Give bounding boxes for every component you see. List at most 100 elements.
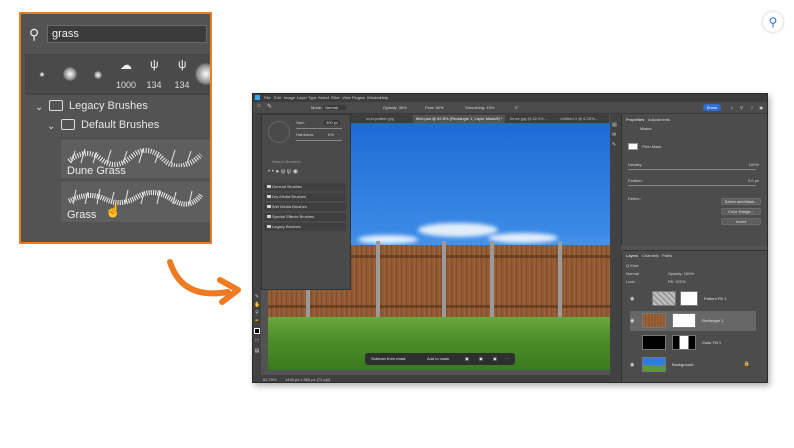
blend-mode-select[interactable]: Normal (626, 271, 639, 276)
tab-layers[interactable]: Layers (626, 253, 638, 258)
help-icon[interactable]: ? (751, 105, 753, 110)
mode-select[interactable]: Normal (323, 105, 346, 110)
brush-preset[interactable] (56, 55, 84, 93)
brush-size-slider[interactable] (296, 128, 342, 129)
tab-adjustments[interactable]: Adjustments (648, 117, 670, 122)
brush-angle-preview[interactable] (268, 121, 290, 143)
smoothing-field[interactable]: Smoothing: 10% (465, 105, 494, 110)
brush-preset[interactable] (28, 55, 56, 93)
density-field[interactable]: 100% (749, 162, 759, 167)
tab-untitled[interactable]: Untitled-1 @ 6.25%... (557, 115, 607, 123)
tab-properties[interactable]: Properties (626, 117, 644, 122)
brush-folder[interactable]: Legacy Brushes (264, 223, 346, 231)
brush-preset[interactable] (84, 55, 112, 93)
mask-option-icon[interactable]: ▣ (493, 356, 497, 361)
eye-icon[interactable]: ◉ (630, 362, 634, 368)
menu-item[interactable]: Image (284, 95, 295, 100)
layer-opacity-field[interactable]: Opacity: 100% (668, 271, 694, 276)
mask-option-icon[interactable]: ▣ (465, 356, 469, 361)
brush-search-input[interactable] (47, 25, 207, 43)
mask-option-icon[interactable]: ▣ (479, 356, 483, 361)
menu-item[interactable]: Type (308, 95, 317, 100)
layer-row[interactable]: ◉ Pattern Fill 1 (630, 289, 756, 309)
foreground-color-swatch[interactable] (254, 328, 260, 334)
brush-tool-icon[interactable]: ✎ (267, 103, 272, 110)
menu-item[interactable]: Help (380, 95, 388, 100)
layer-row[interactable]: Color Fill 1 (630, 333, 756, 353)
zoom-level[interactable]: 62.79% (263, 377, 277, 382)
workspace-icon[interactable]: ▣ (759, 105, 763, 110)
tab-paths[interactable]: Paths (662, 253, 672, 258)
brush-preset[interactable]: ψ 134 (140, 55, 168, 93)
menu-item[interactable]: File (264, 95, 270, 100)
brush-grass[interactable]: Grass ☝ (61, 180, 210, 222)
eye-icon[interactable]: ◉ (630, 318, 634, 324)
flow-field[interactable]: Flow: 50% (425, 105, 444, 110)
share-button[interactable]: Share (703, 104, 721, 111)
invert-button[interactable]: Invert (721, 218, 761, 225)
home-icon[interactable]: ⌂ (257, 103, 261, 109)
layer-thumbnail (652, 291, 676, 306)
brushes-callout-panel: ⚲ ☁1000 ψ134 ψ134 ⌄ Legacy Brushes ⌄ Def… (19, 12, 212, 244)
visual-search-icon[interactable]: ⚲ (763, 12, 783, 32)
select-and-mask-button[interactable]: Select and Mask... (721, 198, 761, 205)
hand-tool-icon[interactable]: ✋ (254, 302, 260, 308)
brush-hardness-field[interactable]: 0% (328, 132, 334, 137)
feather-slider[interactable] (628, 185, 756, 186)
brush-name: Grass (67, 209, 97, 221)
brush-folder[interactable]: Wet Media Brushes (264, 203, 346, 211)
layer-mask-thumbnail (672, 335, 696, 350)
search-icon[interactable]: ⚲ (740, 105, 743, 110)
menu-item[interactable]: Plugins (352, 95, 365, 100)
tab-mod-pattern[interactable]: mod-pattern.jpg (363, 115, 413, 123)
brush-folder[interactable]: Special Effects Brushes (264, 213, 346, 221)
grass-brush-icon: ψ (150, 57, 159, 71)
density-slider[interactable] (628, 169, 756, 170)
screen-mode-icon[interactable]: ▤ (254, 348, 260, 354)
brush-folder[interactable]: Dry Media Brushes (264, 193, 346, 201)
brush-tool-icon[interactable]: ✎ (254, 294, 260, 300)
color-range-button[interactable]: Color Range... (721, 208, 761, 215)
feather-field[interactable]: 0.0 px (748, 178, 759, 183)
history-icon[interactable]: ▤ (612, 122, 617, 128)
tab-channels[interactable]: Channels (642, 253, 659, 258)
opacity-field[interactable]: Opacity: 35% (383, 105, 407, 110)
layer-fill-field[interactable]: Fill: 100% (668, 279, 686, 284)
add-to-mask-button[interactable]: Add to mask (427, 356, 449, 361)
brush-dune-grass[interactable]: Dune Grass (61, 138, 210, 178)
folder-default-brushes[interactable]: ⌄ Default Brushes (41, 114, 210, 136)
mask-thumbnail[interactable] (628, 143, 638, 150)
tab-fence[interactable]: fence.jpg @ 62.5%... (507, 115, 557, 123)
brush-preset[interactable] (192, 55, 210, 93)
angle-field[interactable]: 0° (515, 105, 519, 110)
brush-size-field[interactable]: 300 px (324, 120, 341, 125)
menu-item[interactable]: Filter (331, 95, 340, 100)
menu-item[interactable]: Select (318, 95, 329, 100)
eye-icon[interactable]: ◉ (630, 296, 634, 302)
chevron-down-icon[interactable]: ⌄ (47, 121, 55, 132)
layer-kind-filter[interactable]: Q Kind (626, 263, 638, 268)
brush-folder[interactable]: General Brushes (264, 183, 346, 191)
tab-field[interactable]: field.psd @ 62.8% (Rectangle 1, Layer Ma… (413, 115, 505, 123)
brush-search-field[interactable]: Search Brushes (272, 159, 300, 164)
more-icon[interactable]: ⋯ (505, 356, 509, 361)
folder-icon (49, 100, 63, 111)
layer-row-selected[interactable]: ◉ Rectangle 1 (630, 311, 756, 331)
document-dimensions: 1440 px x 960 px (72 ppi) (285, 377, 331, 382)
brush-preset[interactable]: ☁ 1000 (112, 55, 140, 93)
layer-row[interactable]: ◉ Background 🔒 (630, 355, 756, 375)
bell-icon[interactable]: ♫ (730, 105, 733, 110)
brush-hardness-slider[interactable] (296, 140, 342, 141)
menu-item[interactable]: Edit (274, 95, 281, 100)
brush-preset-thumbs[interactable]: • • ● ψ ψ ◉ (266, 167, 348, 177)
menu-item[interactable]: Layer (297, 95, 307, 100)
brush-icon[interactable]: ✎ (612, 142, 616, 148)
menu-item[interactable]: View (342, 95, 351, 100)
pen-tool-icon[interactable]: ✒ (254, 318, 260, 324)
subtract-from-mask-button[interactable]: Subtract from mask (371, 356, 406, 361)
chevron-down-icon[interactable]: ⌄ (35, 102, 43, 113)
quick-mask-icon[interactable]: □ (254, 338, 260, 344)
grass-brush-icon: ψ (178, 57, 187, 71)
zoom-tool-icon[interactable]: ⚲ (254, 310, 260, 316)
comments-icon[interactable]: ✉ (612, 132, 616, 138)
